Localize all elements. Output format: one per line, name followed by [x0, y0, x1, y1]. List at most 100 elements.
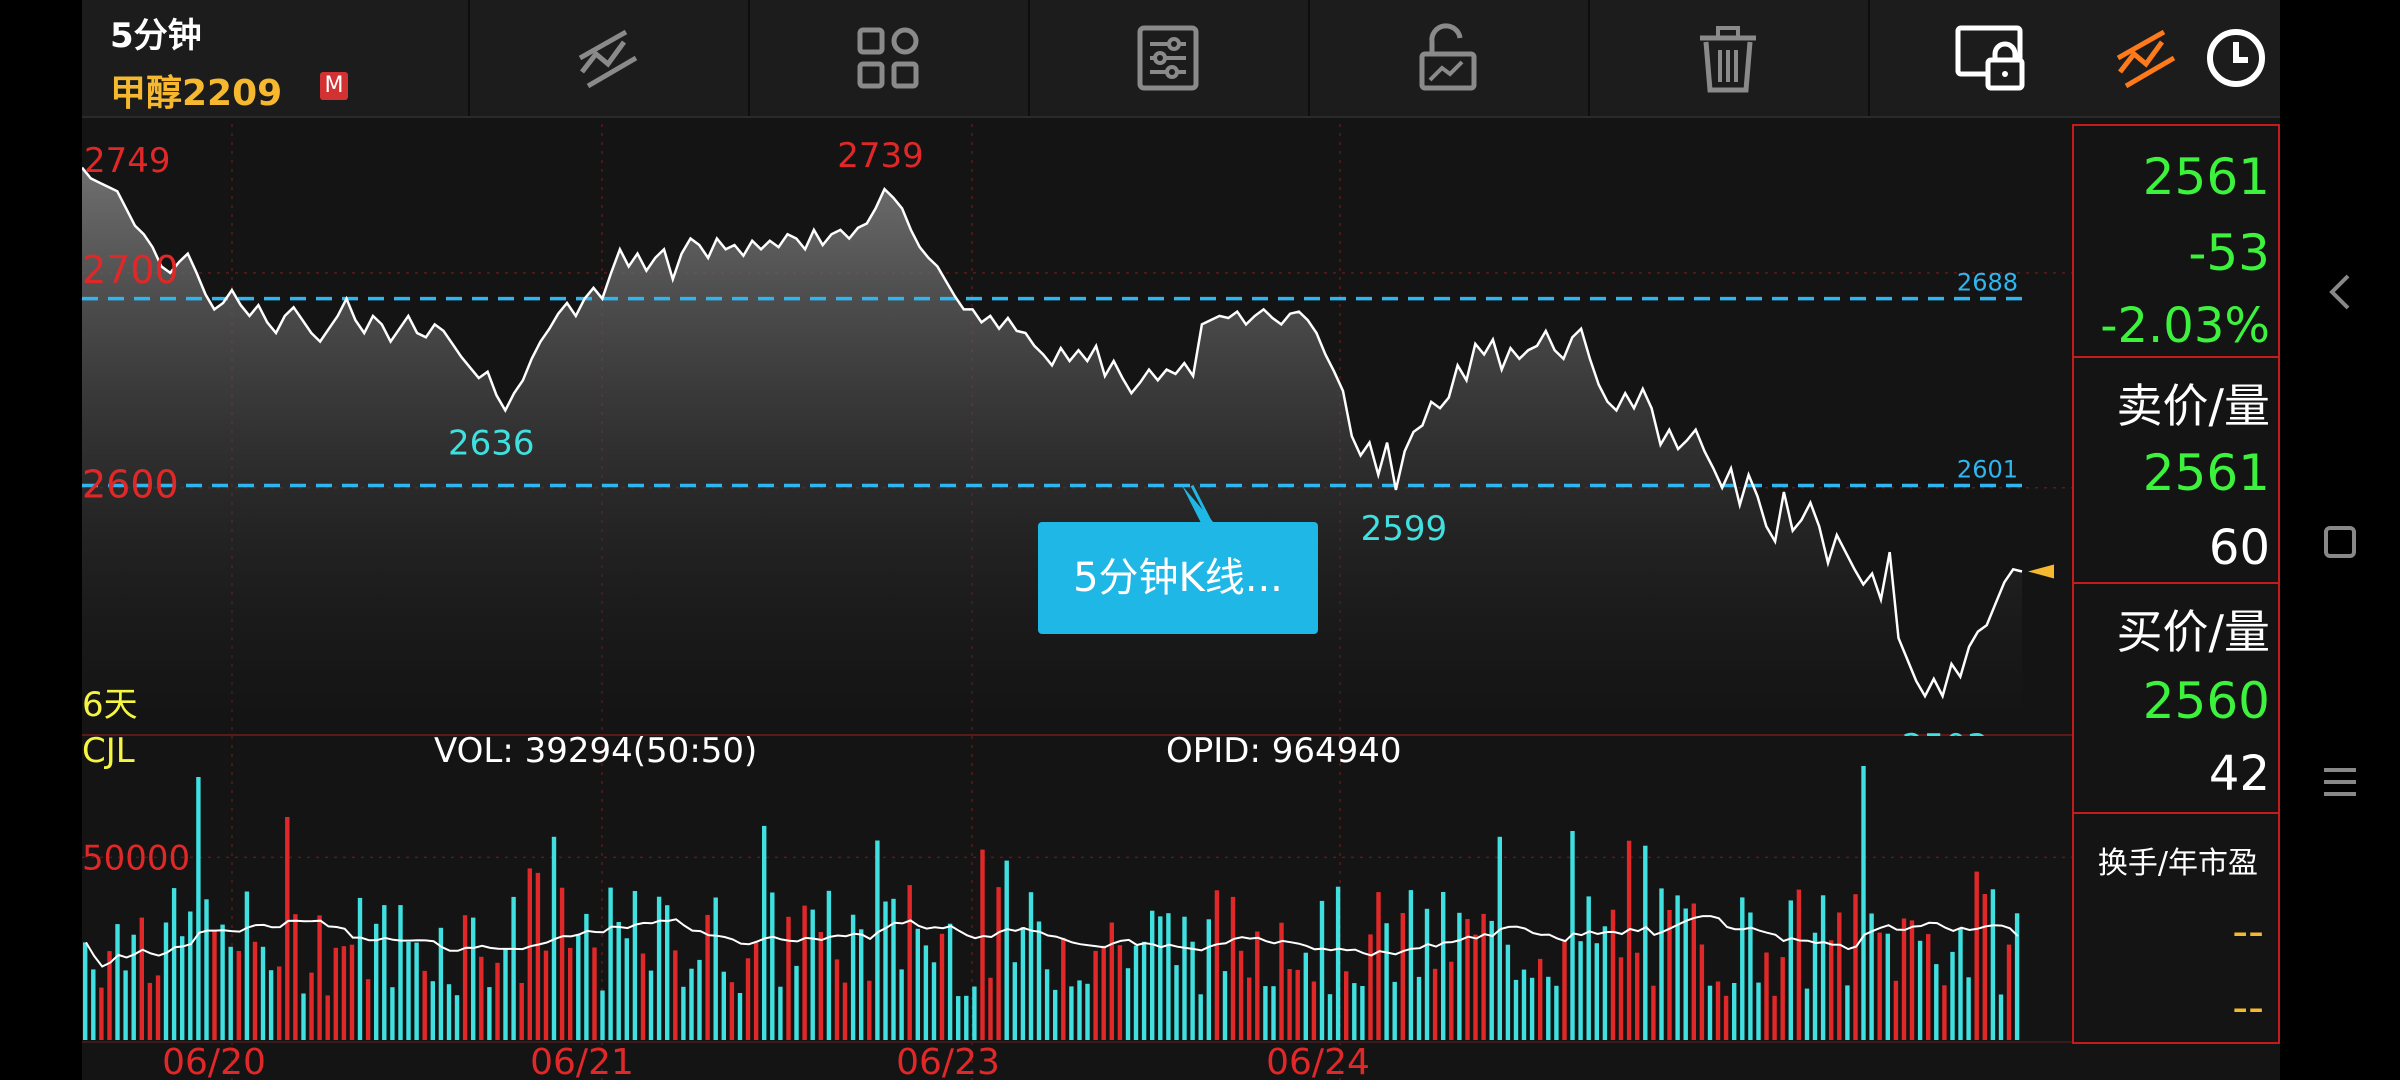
volume-bar: [559, 887, 565, 1040]
price-chart[interactable]: 2688 2601 2749 2700 2600 2739 2636 2599 2503 6天: [82, 124, 2072, 736]
price-area-fill: [82, 167, 2022, 725]
volume-bar: [115, 924, 120, 1040]
volume-bar: [1909, 920, 1915, 1040]
volume-bar: [964, 995, 969, 1040]
settings-button[interactable]: [1124, 14, 1212, 102]
volume-bar: [632, 891, 638, 1040]
volume-bar: [1352, 983, 1357, 1040]
history-button[interactable]: [2192, 14, 2280, 102]
volume-bar: [859, 929, 864, 1040]
volume-bar: [260, 946, 266, 1040]
delete-button[interactable]: [1684, 14, 1772, 102]
screen-lock-button[interactable]: [1948, 14, 2036, 102]
volume-bar: [931, 962, 937, 1040]
volume-bar: [1659, 888, 1664, 1040]
volume-bar: [1376, 892, 1381, 1040]
menu-icon: [2324, 768, 2356, 796]
volume-bar: [495, 962, 500, 1040]
bid-price: 2560: [2142, 672, 2270, 730]
unlock-icon: [1419, 23, 1477, 91]
volume-bar: [1449, 961, 1454, 1040]
volume-bar: [1538, 958, 1543, 1040]
volume-chart[interactable]: CJL VOL: 39294(50:50) OPID: 964940 50000 06/…: [82, 736, 2072, 1080]
volume-bar: [268, 970, 274, 1040]
volume-bar: [1974, 871, 1979, 1040]
open-interest-label: OPID: 964940: [1166, 736, 1402, 771]
volume-bar: [1020, 927, 1026, 1040]
volume-bar: [673, 950, 678, 1040]
volume-bar: [1893, 980, 1899, 1040]
nav-back-button[interactable]: [2310, 262, 2370, 322]
layout-button[interactable]: [844, 14, 932, 102]
draw-line-button[interactable]: [564, 14, 652, 102]
volume-bar: [1432, 968, 1438, 1040]
volume-bar: [1303, 952, 1308, 1040]
volume-bar: [1044, 969, 1050, 1040]
nav-home-button[interactable]: [2310, 512, 2370, 572]
volume-bar: [1618, 957, 1624, 1040]
volume-bar: [1691, 903, 1696, 1040]
volume-bar: [2006, 944, 2012, 1040]
volume-bar: [1877, 932, 1882, 1040]
volume-bar: [487, 987, 492, 1040]
volume-bar: [519, 983, 524, 1040]
volume-bar: [406, 942, 411, 1040]
volume-bar: [1861, 766, 1866, 1040]
tooltip-bubble[interactable]: 5分钟K线...: [1038, 522, 1318, 634]
volume-bar: [204, 899, 209, 1040]
pe-value: --: [2232, 982, 2264, 1033]
volume-bar: [1651, 985, 1656, 1040]
volume-bar: [91, 969, 96, 1040]
volume-bar: [1158, 916, 1163, 1040]
volume-bar: [212, 930, 217, 1040]
range-label: 6天: [82, 685, 138, 725]
last-price: 2561: [2142, 148, 2270, 206]
contract-title[interactable]: 5分钟 甲醇2209 M: [110, 6, 530, 114]
home-icon: [2324, 526, 2356, 558]
toolbar-divider: [1868, 0, 1870, 116]
main-contract-badge: M: [320, 72, 348, 100]
volume-bar: [1497, 836, 1502, 1040]
draw-line-active-button[interactable]: [2102, 14, 2190, 102]
volume-bar: [616, 922, 621, 1040]
volume-bar: [1416, 976, 1422, 1040]
volume-bar: [333, 947, 338, 1040]
volume-bar: [996, 887, 1001, 1040]
volume-bar: [1845, 985, 1850, 1040]
volume-bar: [1885, 933, 1890, 1040]
top-toolbar: 5分钟 甲醇2209 M: [82, 0, 2280, 118]
turnover-value: --: [2232, 906, 2264, 957]
drawn-line-label: 2688: [1957, 269, 2018, 297]
volume-bar: [155, 975, 161, 1040]
ask-price: 2561: [2142, 444, 2270, 502]
volume-bar: [1554, 985, 1559, 1040]
ask-volume: 60: [2208, 520, 2270, 576]
volume-bar: [527, 868, 532, 1040]
volume-bar: [349, 944, 355, 1040]
volume-bar: [786, 916, 791, 1040]
volume-bar: [1764, 952, 1769, 1040]
y-axis-label: 2700: [82, 248, 179, 292]
volume-bar: [1675, 895, 1680, 1040]
volume-bar: [1053, 989, 1058, 1040]
volume-bar: [1214, 890, 1220, 1040]
volume-bar: [762, 825, 767, 1040]
nav-menu-button[interactable]: [2310, 752, 2370, 812]
volume-bar: [1958, 927, 1963, 1040]
period-label[interactable]: 5分钟: [110, 8, 202, 57]
system-nav-bar: [2280, 0, 2400, 1080]
volume-bar: [1319, 900, 1325, 1040]
volume-bar: [139, 917, 144, 1040]
volume-bar: [1481, 913, 1486, 1040]
low-price-label: 2599: [1361, 509, 1448, 549]
unlock-button[interactable]: [1404, 14, 1492, 102]
volume-bar: [1626, 840, 1632, 1040]
price-change: -53: [2188, 224, 2270, 282]
volume-bar: [1917, 940, 1923, 1040]
volume-bar: [939, 933, 945, 1040]
volume-bar: [317, 915, 322, 1040]
screen-lock-icon: [1955, 25, 2025, 91]
volume-bar: [1643, 845, 1648, 1040]
volume-bar: [802, 905, 807, 1040]
volume-bar: [1036, 921, 1042, 1040]
